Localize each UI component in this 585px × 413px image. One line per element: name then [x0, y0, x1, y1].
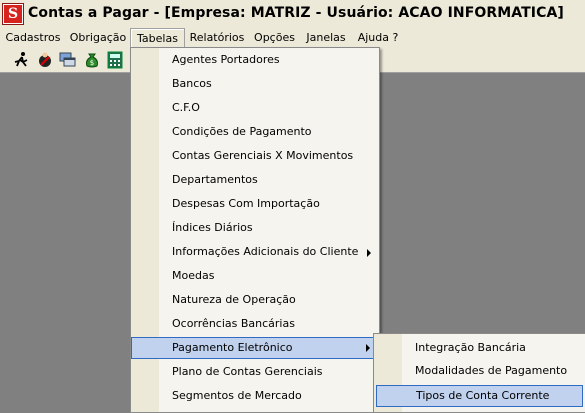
- menu-item-label: Despesas Com Importação: [172, 197, 320, 210]
- submenu-item-modalidades-pagamento[interactable]: Modalidades de Pagamento: [374, 360, 585, 382]
- menu-item-segmentos-mercado[interactable]: Segmentos de Mercado: [131, 385, 379, 407]
- submenu-arrow-icon: [367, 249, 371, 257]
- menu-item-label: Segmentos de Mercado: [172, 389, 302, 402]
- menu-tabelas[interactable]: Tabelas: [130, 28, 185, 48]
- menu-item-label: Condições de Pagamento: [172, 125, 312, 138]
- submenu-item-integracao-bancaria[interactable]: Integração Bancária: [374, 337, 585, 359]
- menu-janelas[interactable]: Janelas: [302, 28, 350, 48]
- menu-item-indices-diarios[interactable]: Índices Diários: [131, 217, 379, 239]
- menu-item-label: Modalidades de Pagamento: [415, 364, 568, 377]
- menu-obrigacao[interactable]: Obrigação: [67, 28, 129, 48]
- menu-item-label: Natureza de Operação: [172, 293, 296, 306]
- running-man-icon[interactable]: [12, 51, 30, 69]
- title-bar: S Contas a Pagar - [Empresa: MATRIZ - Us…: [0, 0, 585, 28]
- submenu-arrow-icon: [366, 344, 370, 352]
- menu-item-pagamento-eletronico[interactable]: Pagamento Eletrônico: [131, 337, 379, 359]
- menu-item-condicoes-pagamento[interactable]: Condições de Pagamento: [131, 121, 379, 143]
- menu-item-ocorrencias-bancarias[interactable]: Ocorrências Bancárias: [131, 313, 379, 335]
- menu-ajuda[interactable]: Ajuda ?: [354, 28, 402, 48]
- menu-item-label: Departamentos: [172, 173, 258, 186]
- menu-item-label: Contas Gerenciais X Movimentos: [172, 149, 354, 162]
- menu-item-label: Tipos de Conta Corrente: [416, 389, 550, 402]
- menu-item-bancos[interactable]: Bancos: [131, 73, 379, 95]
- menu-item-contas-gerenciais-movimentos[interactable]: Contas Gerenciais X Movimentos: [131, 145, 379, 167]
- menu-bar: Cadastros Obrigação Tabelas Relatórios O…: [0, 28, 585, 48]
- menu-opcoes[interactable]: Opções: [251, 28, 298, 48]
- svg-text:$: $: [90, 59, 94, 67]
- submenu-item-tipos-conta-corrente[interactable]: Tipos de Conta Corrente: [376, 385, 583, 407]
- menu-item-label: Moedas: [172, 269, 215, 282]
- menu-item-label: Informações Adicionais do Cliente: [172, 245, 359, 258]
- windows-icon[interactable]: [59, 51, 77, 69]
- menu-item-label: Integração Bancária: [415, 341, 526, 354]
- menu-item-label: Agentes Portadores: [172, 53, 280, 66]
- menu-item-label: C.F.O: [172, 101, 200, 114]
- menu-item-label: Índices Diários: [172, 221, 253, 234]
- menu-item-despesas-importacao[interactable]: Despesas Com Importação: [131, 193, 379, 215]
- menu-item-moedas[interactable]: Moedas: [131, 265, 379, 287]
- menu-cadastros[interactable]: Cadastros: [2, 28, 64, 48]
- menu-item-departamentos[interactable]: Departamentos: [131, 169, 379, 191]
- window-title: Contas a Pagar - [Empresa: MATRIZ - Usuá…: [28, 5, 564, 21]
- pagamento-eletronico-submenu: Integração Bancária Modalidades de Pagam…: [373, 333, 585, 413]
- app-logo-icon[interactable]: S: [3, 4, 23, 24]
- menu-item-label: Bancos: [172, 77, 212, 90]
- menu-item-natureza-operacao[interactable]: Natureza de Operação: [131, 289, 379, 311]
- menu-item-plano-contas-gerenciais[interactable]: Plano de Contas Gerenciais: [131, 361, 379, 383]
- calculator-icon[interactable]: [106, 51, 124, 69]
- tabelas-dropdown-menu: Agentes Portadores Bancos C.F.O Condiçõe…: [130, 47, 380, 413]
- money-bag-icon[interactable]: $: [83, 51, 101, 69]
- menu-item-label: Pagamento Eletrônico: [172, 341, 293, 354]
- person-stop-icon[interactable]: [36, 51, 54, 69]
- menu-item-label: Plano de Contas Gerenciais: [172, 365, 323, 378]
- menu-item-informacoes-adicionais-cliente[interactable]: Informações Adicionais do Cliente: [131, 241, 379, 263]
- menu-relatorios[interactable]: Relatórios: [186, 28, 248, 48]
- menu-item-label: Ocorrências Bancárias: [172, 317, 295, 330]
- menu-item-cfo[interactable]: C.F.O: [131, 97, 379, 119]
- menu-item-agentes-portadores[interactable]: Agentes Portadores: [131, 49, 379, 71]
